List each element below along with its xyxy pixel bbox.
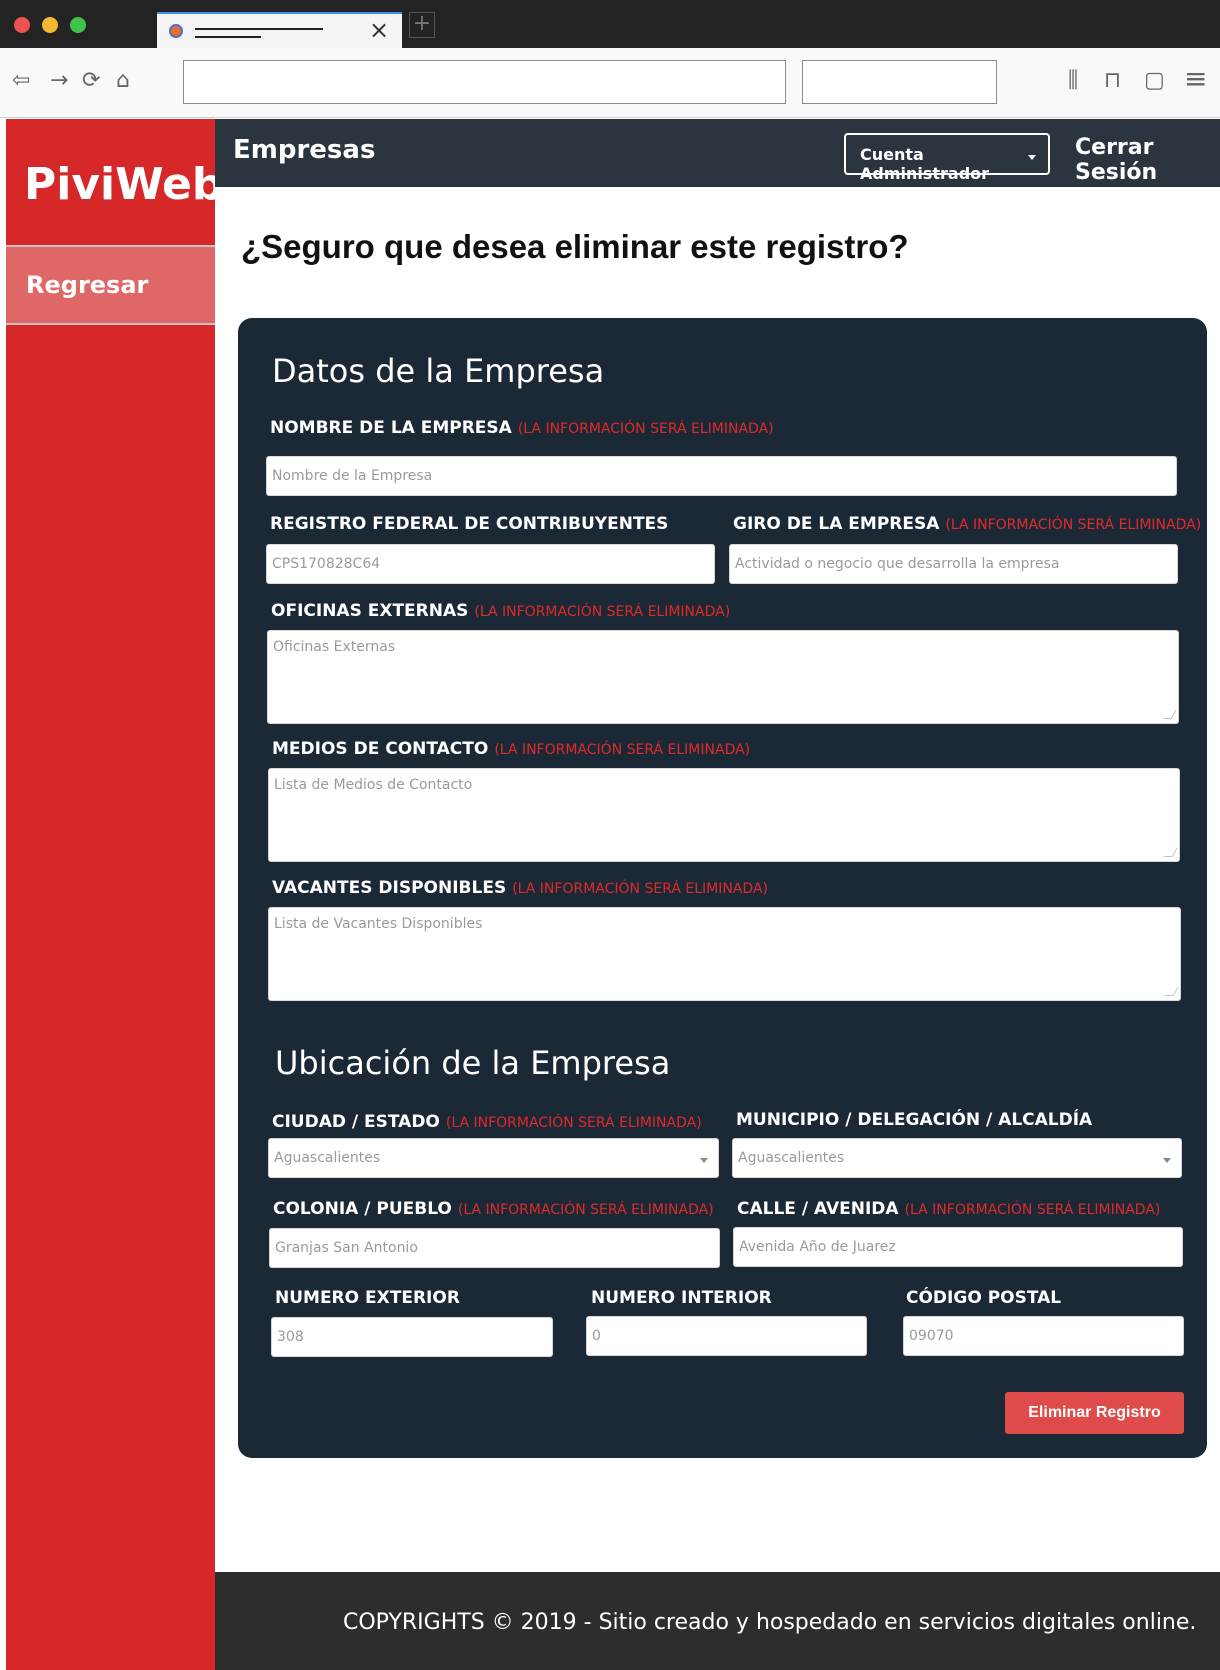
warning-text: (LA INFORMACIÓN SERÁ ELIMINADA) <box>457 1202 714 1218</box>
address-bar[interactable] <box>183 60 786 104</box>
calle-value: Avenida Año de Juarez <box>739 1239 896 1255</box>
close-icon[interactable]: × <box>369 16 389 44</box>
resize-handle-icon[interactable] <box>1163 848 1178 857</box>
confirm-heading: ¿Seguro que desea eliminar este registro… <box>241 228 909 265</box>
warning-text: (LA INFORMACIÓN SERÁ ELIMINADA) <box>474 604 731 620</box>
vacantes-label-text: VACANTES DISPONIBLES <box>272 878 507 898</box>
account-button-label: Cuenta Administrador <box>860 145 990 183</box>
brand-logo[interactable]: PiviWeb <box>24 159 223 210</box>
firefox-icon <box>169 24 183 38</box>
search-bar[interactable] <box>802 60 997 104</box>
oficinas-label-text: OFICINAS EXTERNAS <box>271 601 469 621</box>
page-title: Empresas <box>233 135 376 165</box>
medios-label: MEDIOS DE CONTACTO (LA INFORMACIÓN SERÁ E… <box>272 739 750 759</box>
browser-nav-bar: ⇦ → ⟳ ⌂ ⫼ ⊓ ▢ ≡ <box>0 48 1220 118</box>
ciudad-label-text: CIUDAD / ESTADO <box>272 1112 440 1132</box>
num-ext-input[interactable]: 308 <box>271 1317 553 1357</box>
giro-label-text: GIRO DE LA EMPRESA <box>733 514 940 534</box>
reload-icon[interactable]: ⟳ <box>82 68 100 93</box>
logout-link[interactable]: Cerrar Sesión <box>1075 135 1220 185</box>
container-icon[interactable]: ▢ <box>1144 68 1165 93</box>
num-int-input[interactable]: 0 <box>586 1316 867 1356</box>
cp-value: 09070 <box>909 1328 954 1344</box>
rfc-value: CPS170828C64 <box>272 556 381 572</box>
warning-text: (LA INFORMACIÓN SERÁ ELIMINADA) <box>494 742 751 758</box>
vacantes-placeholder: Lista de Vacantes Disponibles <box>274 916 483 932</box>
back-icon[interactable]: ⇦ <box>12 68 30 93</box>
library-icon[interactable]: ⫼ <box>1068 68 1078 93</box>
vacantes-textarea[interactable]: Lista de Vacantes Disponibles <box>268 907 1181 1001</box>
num-ext-label: NUMERO EXTERIOR <box>275 1288 460 1308</box>
footer-copyright: COPYRIGHTS © 2019 - Sitio creado y hospe… <box>343 1610 1197 1635</box>
giro-placeholder: Actividad o negocio que desarrolla la em… <box>735 556 1060 572</box>
tab-title-redacted <box>195 28 323 30</box>
vacantes-label: VACANTES DISPONIBLES (LA INFORMACIÓN SERÁ… <box>272 878 768 898</box>
ciudad-value: Aguascalientes <box>274 1150 381 1166</box>
resize-handle-icon[interactable] <box>1162 710 1177 719</box>
browser-tab[interactable]: × <box>157 12 402 48</box>
sidebar-item-label: Regresar <box>26 271 149 299</box>
oficinas-textarea[interactable]: Oficinas Externas <box>267 630 1179 724</box>
colonia-value: Granjas San Antonio <box>275 1240 418 1256</box>
delete-form-panel: Datos de la Empresa NOMBRE DE LA EMPRESA… <box>238 318 1207 1458</box>
cp-input[interactable]: 09070 <box>903 1316 1184 1356</box>
medios-placeholder: Lista de Medios de Contacto <box>274 777 473 793</box>
warning-text: (LA INFORMACIÓN SERÁ ELIMINADA) <box>512 881 768 897</box>
municipio-value: Aguascalientes <box>738 1150 845 1166</box>
colonia-label: COLONIA / PUEBLO (LA INFORMACIÓN SERÁ ELI… <box>273 1199 714 1219</box>
medios-textarea[interactable]: Lista de Medios de Contacto <box>268 768 1180 862</box>
rfc-label: REGISTRO FEDERAL DE CONTRIBUYENTES <box>270 514 669 534</box>
sidebar: PiviWeb Regresar <box>6 119 223 1670</box>
warning-text: (LA INFORMACIÓN SERÁ ELIMINADA) <box>517 421 774 437</box>
footer: COPYRIGHTS © 2019 - Sitio creado y hospe… <box>215 1572 1220 1670</box>
reader-icon[interactable]: ⊓ <box>1104 68 1121 93</box>
rfc-input[interactable]: CPS170828C64 <box>266 544 715 584</box>
home-icon[interactable]: ⌂ <box>116 68 130 93</box>
nombre-label: NOMBRE DE LA EMPRESA (LA INFORMACIÓN SERÁ… <box>270 418 774 438</box>
giro-input[interactable]: Actividad o negocio que desarrolla la em… <box>729 544 1178 584</box>
cp-label: CÓDIGO POSTAL <box>906 1288 1062 1308</box>
menu-icon[interactable]: ≡ <box>1184 62 1207 95</box>
tab-title-redacted-line <box>195 36 261 38</box>
delete-button-label: Eliminar Registro <box>1028 1404 1161 1421</box>
caret-down-icon <box>1028 155 1036 160</box>
calle-input[interactable]: Avenida Año de Juarez <box>733 1227 1183 1267</box>
delete-record-button[interactable]: Eliminar Registro <box>1005 1392 1184 1434</box>
chevron-down-icon <box>700 1158 708 1163</box>
warning-text: (LA INFORMACIÓN SERÁ ELIMINADA) <box>445 1115 702 1131</box>
nombre-placeholder: Nombre de la Empresa <box>272 468 433 484</box>
medios-label-text: MEDIOS DE CONTACTO <box>272 739 489 759</box>
nombre-label-text: NOMBRE DE LA EMPRESA <box>270 418 512 438</box>
municipio-label: MUNICIPIO / DELEGACIÓN / ALCALDÍA <box>736 1110 1093 1130</box>
giro-label: GIRO DE LA EMPRESA (LA INFORMACIÓN SERÁ E… <box>733 514 1201 534</box>
num-int-label: NUMERO INTERIOR <box>591 1288 772 1308</box>
municipio-select[interactable]: Aguascalientes <box>732 1138 1182 1178</box>
forward-icon[interactable]: → <box>50 68 68 93</box>
warning-text: (LA INFORMACIÓN SERÁ ELIMINADA) <box>945 517 1202 533</box>
location-section-title: Ubicación de la Empresa <box>275 1044 671 1082</box>
sidebar-item-regresar[interactable]: Regresar <box>6 245 215 325</box>
colonia-input[interactable]: Granjas San Antonio <box>269 1228 720 1268</box>
ciudad-label: CIUDAD / ESTADO (LA INFORMACIÓN SERÁ ELIM… <box>272 1112 702 1132</box>
top-header: Empresas Cuenta Administrador Cerrar Ses… <box>215 119 1220 187</box>
nombre-input[interactable]: Nombre de la Empresa <box>266 456 1177 496</box>
calle-label: CALLE / AVENIDA (LA INFORMACIÓN SERÁ ELIM… <box>737 1199 1160 1219</box>
company-section-title: Datos de la Empresa <box>272 352 605 390</box>
browser-tab-bar: × + <box>0 0 1220 48</box>
chevron-down-icon <box>1163 1158 1171 1163</box>
num-int-value: 0 <box>592 1328 601 1344</box>
calle-label-text: CALLE / AVENIDA <box>737 1199 899 1219</box>
window-maximize-dot[interactable] <box>70 17 86 33</box>
num-ext-value: 308 <box>277 1329 304 1345</box>
oficinas-label: OFICINAS EXTERNAS (LA INFORMACIÓN SERÁ EL… <box>271 601 730 621</box>
window-close-dot[interactable] <box>14 17 30 33</box>
oficinas-placeholder: Oficinas Externas <box>273 639 396 655</box>
account-dropdown-button[interactable]: Cuenta Administrador <box>844 133 1050 183</box>
window-minimize-dot[interactable] <box>42 17 58 33</box>
ciudad-select[interactable]: Aguascalientes <box>268 1138 719 1178</box>
warning-text: (LA INFORMACIÓN SERÁ ELIMINADA) <box>904 1202 1161 1218</box>
resize-handle-icon[interactable] <box>1164 987 1179 996</box>
colonia-label-text: COLONIA / PUEBLO <box>273 1199 452 1219</box>
new-tab-button[interactable]: + <box>409 12 435 38</box>
